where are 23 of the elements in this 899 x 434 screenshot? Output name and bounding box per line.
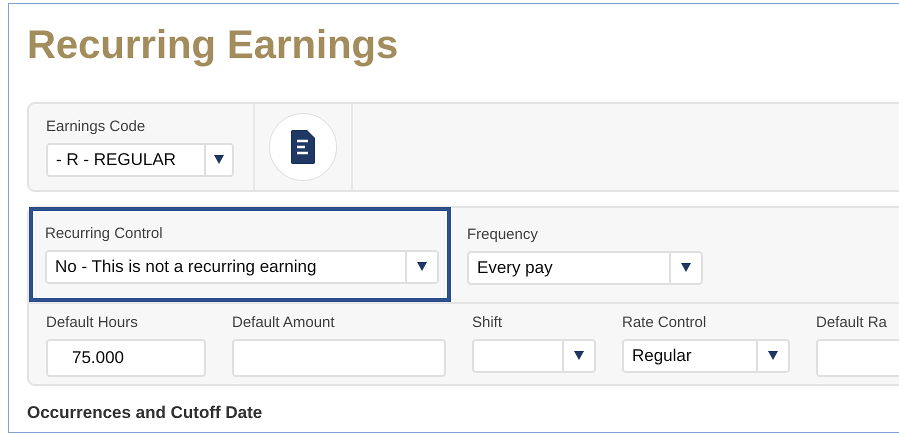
caret-icon bbox=[768, 351, 778, 360]
caret-icon bbox=[417, 262, 427, 271]
dropdown-field[interactable] bbox=[472, 338, 596, 372]
dropdown-field[interactable]: Every pay bbox=[467, 250, 703, 284]
input-field[interactable] bbox=[232, 338, 446, 376]
caret-icon bbox=[214, 155, 224, 164]
field-label: Rate Control bbox=[622, 313, 708, 333]
document-icon bbox=[291, 130, 315, 164]
field-label: Earnings Code bbox=[46, 117, 146, 137]
page-title: Recurring Earnings bbox=[27, 22, 400, 69]
field-label: Recurring Control bbox=[45, 224, 164, 244]
field-label: Shift bbox=[472, 313, 504, 333]
field-label: Default Amount bbox=[232, 313, 336, 333]
dropdown-field[interactable]: No - This is not a recurring earning bbox=[45, 250, 439, 284]
section-heading: Occurrences and Cutoff Date bbox=[27, 402, 264, 424]
caret-icon bbox=[574, 351, 584, 360]
field-label: Frequency bbox=[467, 225, 539, 245]
dropdown-field[interactable]: Regular bbox=[622, 338, 790, 372]
caret-icon bbox=[681, 263, 691, 272]
input-field[interactable]: 75.000 bbox=[46, 338, 206, 376]
field-label: Default Ra bbox=[816, 313, 888, 333]
field-label: Default Hours bbox=[46, 313, 139, 333]
dropdown-field[interactable]: - R - REGULAR bbox=[46, 142, 234, 176]
